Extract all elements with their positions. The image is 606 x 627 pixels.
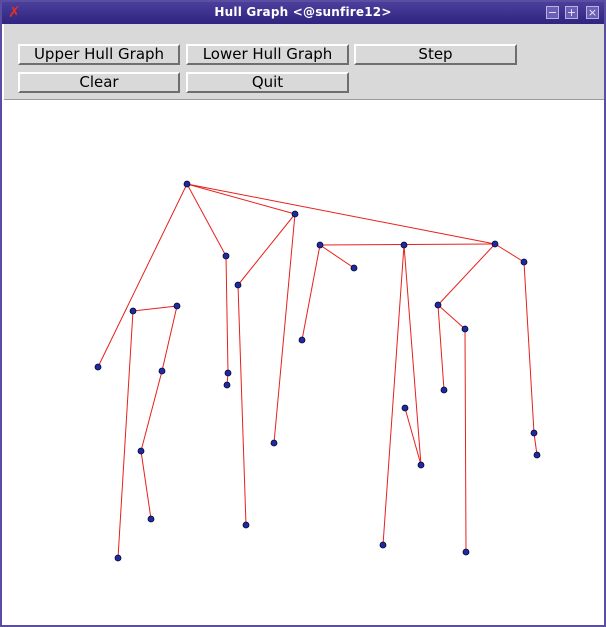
graph-node-x[interactable]: [533, 451, 541, 459]
graph-edge-a-e: [186, 183, 227, 257]
graph-node-l[interactable]: [400, 241, 408, 249]
graph-edge-a-c: [186, 183, 496, 245]
nodes-layer: [94, 180, 541, 562]
graph-node-m[interactable]: [350, 264, 358, 272]
graph-node-b[interactable]: [291, 210, 299, 218]
graph-edge-k-n: [301, 244, 321, 341]
graph-node-z[interactable]: [173, 302, 181, 310]
graph-node-v[interactable]: [462, 548, 470, 556]
graph-node-f[interactable]: [234, 281, 242, 289]
graph-node-q[interactable]: [379, 541, 387, 549]
graph-node-t[interactable]: [461, 325, 469, 333]
button-panel: Upper Hull Graph Lower Hull Graph Step C…: [4, 24, 604, 100]
graph-edge-y-z: [132, 305, 178, 312]
upper-hull-graph-button[interactable]: Upper Hull Graph: [18, 44, 180, 65]
graph-node-a[interactable]: [183, 180, 191, 188]
graph-node-j[interactable]: [242, 521, 250, 529]
graph-edge-k-c: [319, 243, 496, 246]
graph-node-h[interactable]: [224, 369, 232, 377]
graph-node-n[interactable]: [298, 336, 306, 344]
lower-hull-graph-button[interactable]: Lower Hull Graph: [186, 44, 349, 65]
title-bar[interactable]: ✗ Hull Graph <@sunfire12> − + ×: [2, 2, 604, 24]
graph-edge-l-o: [403, 244, 422, 466]
graph-node-i[interactable]: [223, 381, 231, 389]
graph-edge-f-j: [237, 284, 247, 526]
graph-node-ad[interactable]: [114, 554, 122, 562]
graph-node-p[interactable]: [401, 404, 409, 412]
graph-edge-b-g: [273, 213, 296, 444]
graph-edge-c-s: [437, 243, 496, 306]
hull-graph-drawing[interactable]: [4, 100, 604, 625]
graph-edge-r-w: [523, 261, 535, 434]
graph-node-g[interactable]: [270, 439, 278, 447]
graph-edge-e-h: [225, 255, 229, 374]
graph-node-c[interactable]: [491, 240, 499, 248]
graph-edge-s-t: [437, 304, 466, 330]
maximize-icon[interactable]: +: [565, 6, 578, 19]
graph-edge-k-m: [319, 244, 355, 269]
window-title: Hull Graph <@sunfire12>: [214, 5, 392, 19]
graph-node-y[interactable]: [129, 307, 137, 315]
graph-node-u[interactable]: [440, 386, 448, 394]
graph-node-o[interactable]: [417, 461, 425, 469]
graph-edge-y-ad: [117, 310, 134, 559]
graph-edge-b-f: [237, 213, 296, 286]
graph-node-e[interactable]: [222, 252, 230, 260]
graph-edge-l-q: [382, 244, 405, 546]
graph-edge-t-v: [464, 328, 467, 553]
graph-node-k[interactable]: [316, 241, 324, 249]
graph-node-ab[interactable]: [137, 447, 145, 455]
graph-edge-s-u: [437, 304, 445, 391]
graph-edge-ab-ac: [140, 450, 152, 520]
app-window: ✗ Hull Graph <@sunfire12> − + × Upper Hu…: [0, 0, 606, 627]
graph-node-d[interactable]: [94, 363, 102, 371]
graph-edge-z-aa: [161, 305, 178, 372]
step-button[interactable]: Step: [354, 44, 517, 65]
graph-edge-a-b: [186, 183, 296, 215]
graph-node-aa[interactable]: [158, 367, 166, 375]
graph-canvas[interactable]: [4, 100, 604, 625]
graph-edge-c-r: [494, 243, 525, 263]
minimize-icon[interactable]: −: [546, 6, 559, 19]
quit-button[interactable]: Quit: [186, 72, 349, 93]
graph-edge-a-d: [97, 183, 188, 368]
graph-node-ac[interactable]: [147, 515, 155, 523]
graph-node-w[interactable]: [530, 429, 538, 437]
graph-node-s[interactable]: [434, 301, 442, 309]
graph-node-r[interactable]: [520, 258, 528, 266]
close-icon[interactable]: ×: [586, 6, 599, 19]
clear-button[interactable]: Clear: [18, 72, 180, 93]
graph-edge-aa-ab: [140, 370, 163, 452]
